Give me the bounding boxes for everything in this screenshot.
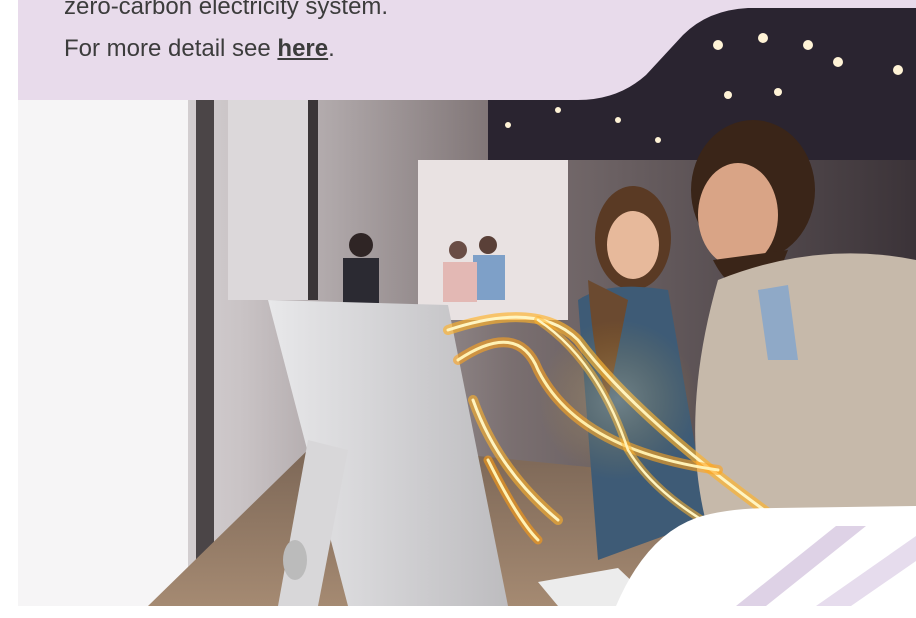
here-link[interactable]: here [277, 35, 328, 62]
callout-box: zero-carbon electricity system. For more… [18, 0, 916, 102]
hero-panel: zero-carbon electricity system. For more… [18, 0, 916, 606]
callout-line-2-suffix: . [328, 35, 335, 62]
decorative-corner [616, 506, 916, 606]
callout-text: zero-carbon electricity system. For more… [64, 0, 388, 70]
page: zero-carbon electricity system. For more… [0, 0, 916, 618]
callout-line-2: For more detail see here. [64, 28, 388, 70]
callout-line-1: zero-carbon electricity system. [64, 0, 389, 20]
callout-line-2-prefix: For more detail see [64, 35, 278, 62]
